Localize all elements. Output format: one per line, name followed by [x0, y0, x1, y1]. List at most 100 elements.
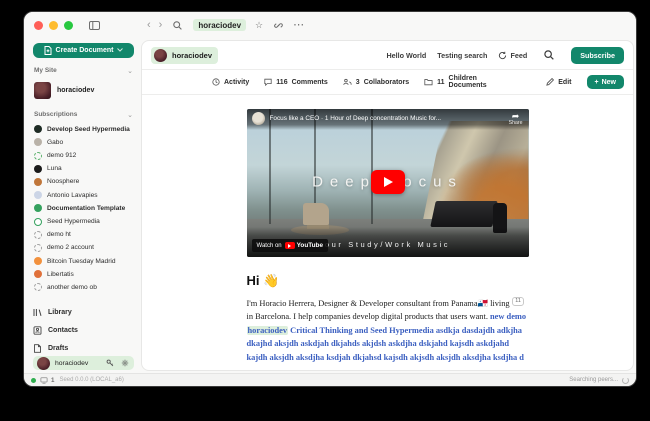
collaborators-count: 3 [356, 79, 360, 86]
avatar [34, 82, 51, 99]
account-name-label: horaciodev [55, 360, 100, 367]
play-icon [384, 177, 393, 187]
youtube-video-embed[interactable]: Deep Focus Focus like a CEO · 1 Hour of … [247, 109, 529, 257]
share-arrow-icon: ➦ [512, 112, 520, 120]
subscription-label: Libertatis [47, 271, 74, 278]
youtube-play-icon [285, 242, 295, 249]
video-title[interactable]: Focus like a CEO · 1 Hour of Deep concen… [270, 112, 504, 125]
subscribe-button[interactable]: Subscribe [571, 47, 624, 64]
subscriptions-section-header[interactable]: Subscriptions ⌄ [34, 111, 133, 119]
subscription-label: Antonio Lavapies [47, 192, 98, 199]
paragraph-text: in Barcelona. I help companies develop d… [247, 312, 491, 321]
edit-button[interactable]: Edit [546, 78, 571, 86]
nav-link-hello-world[interactable]: Hello World [386, 51, 426, 60]
channel-avatar[interactable] [252, 112, 265, 125]
forward-icon[interactable]: › [155, 20, 167, 31]
site-breadcrumb[interactable]: horaciodev [151, 47, 218, 64]
favorite-star-icon[interactable]: ☆ [251, 21, 267, 30]
feed-button[interactable]: Feed [498, 51, 527, 60]
sidebar-item-subscription[interactable]: Bitcoin Tuesday Madrid [33, 255, 134, 268]
minimize-window-button[interactable] [49, 21, 58, 30]
create-document-button[interactable]: Create Document [33, 43, 134, 58]
edit-label: Edit [558, 79, 571, 86]
sidebar-item-subscription[interactable]: Documentation Template [33, 202, 134, 215]
copy-link-icon[interactable] [270, 17, 286, 33]
document-header: horaciodev Hello World Testing search Fe… [142, 41, 633, 70]
sidebar-item-subscription[interactable]: Noosphere [33, 175, 134, 188]
sidebar-item-subscription[interactable]: Develop Seed Hypermedia [33, 123, 134, 136]
subscription-label: Bitcoin Tuesday Madrid [47, 258, 116, 265]
key-icon[interactable] [105, 358, 115, 368]
sidebar-item-subscription[interactable]: Luna [33, 162, 134, 175]
search-icon[interactable] [169, 17, 185, 33]
subscription-icon [34, 283, 42, 291]
document-body: Deep Focus Focus like a CEO · 1 Hour of … [142, 95, 633, 370]
subscription-label: demo 912 [47, 152, 76, 159]
collaborators-button[interactable]: 3 Collaborators [343, 78, 409, 86]
sidebar-item-subscription[interactable]: Gabo [33, 136, 134, 149]
watch-on-label: Watch on [257, 243, 282, 249]
watch-on-youtube-button[interactable]: Watch on YouTube [252, 239, 329, 252]
new-document-button[interactable]: + New [587, 75, 625, 89]
document-plus-icon [44, 46, 52, 55]
paragraph-text: living [488, 299, 512, 308]
back-icon[interactable]: ‹ [143, 20, 155, 31]
link-text: Critical Thinking and Seed Hypermedia as… [247, 326, 524, 362]
sidebar-item-subscription[interactable]: Seed Hypermedia [33, 215, 134, 228]
site-name-label: horaciodev [57, 87, 94, 94]
video-title-bar: Focus like a CEO · 1 Hour of Deep concen… [247, 109, 529, 130]
sidebar-item-subscription[interactable]: demo 2 account [33, 241, 134, 254]
children-documents-button[interactable]: 11 Children Documents [424, 75, 516, 89]
sidebar-item-contacts[interactable]: Contacts [33, 322, 134, 338]
comments-label: Comments [292, 79, 328, 86]
chevron-down-icon[interactable]: ⌄ [127, 111, 133, 119]
document-title[interactable]: horaciodev [193, 19, 246, 31]
comments-button[interactable]: 116 Comments [264, 78, 327, 86]
subscription-icon [34, 125, 42, 133]
paragraph-text: I'm Horacio Herrera, Designer & Develope… [247, 299, 478, 308]
comment-count-badge[interactable]: 11 [512, 297, 525, 306]
document-content-column: Deep Focus Focus like a CEO · 1 Hour of … [247, 109, 529, 364]
sidebar-toggle-icon[interactable] [86, 17, 102, 33]
subscription-label: Seed Hypermedia [47, 218, 100, 225]
sidebar-item-my-site[interactable]: horaciodev [33, 79, 134, 102]
mention-horaciodev[interactable]: horaciodev [247, 326, 289, 335]
create-document-label: Create Document [56, 47, 114, 54]
peers-count[interactable]: 1 [51, 377, 54, 384]
account-row[interactable]: horaciodev [33, 356, 134, 370]
subscription-label: Luna [47, 165, 62, 172]
subscription-icon [34, 178, 42, 186]
subscription-label: Documentation Template [47, 205, 125, 212]
desktop-background: ‹ › horaciodev ☆ ⋯ Create Document [0, 0, 650, 421]
sidebar-item-subscription[interactable]: demo 912 [33, 149, 134, 162]
zoom-window-button[interactable] [64, 21, 73, 30]
my-site-section-header[interactable]: My Site ⌄ [34, 67, 133, 75]
sidebar: Create Document My Site ⌄ horaciodev Sub… [24, 38, 141, 373]
comment-icon [264, 78, 272, 86]
new-label: New [602, 79, 616, 86]
subscription-icon [34, 191, 42, 199]
youtube-play-button[interactable] [371, 170, 405, 194]
status-bar-right: Searching peers... [569, 377, 629, 384]
drafts-label: Drafts [48, 345, 68, 352]
subscription-label: Develop Seed Hypermedia [47, 126, 130, 133]
titlebar[interactable]: ‹ › horaciodev ☆ ⋯ [24, 12, 636, 38]
more-options-icon[interactable]: ⋯ [289, 20, 308, 31]
sidebar-item-drafts[interactable]: Drafts [33, 340, 134, 356]
chevron-down-icon[interactable]: ⌄ [127, 67, 133, 75]
share-button[interactable]: ➦ Share [509, 112, 523, 126]
sidebar-item-subscription[interactable]: Libertatis [33, 268, 134, 281]
activity-button[interactable]: Activity [212, 78, 249, 86]
library-icon [33, 308, 42, 317]
sidebar-item-subscription[interactable]: Antonio Lavapies [33, 189, 134, 202]
sidebar-item-subscription[interactable]: another demo ob [33, 281, 134, 294]
gear-icon[interactable] [120, 358, 130, 368]
people-icon [343, 78, 352, 86]
nav-link-testing-search[interactable]: Testing search [437, 51, 487, 60]
close-window-button[interactable] [34, 21, 43, 30]
window-body: Create Document My Site ⌄ horaciodev Sub… [24, 38, 636, 373]
search-icon[interactable] [541, 47, 557, 63]
avatar [37, 357, 50, 370]
sidebar-item-subscription[interactable]: demo ht [33, 228, 134, 241]
sidebar-item-library[interactable]: Library [33, 304, 134, 320]
